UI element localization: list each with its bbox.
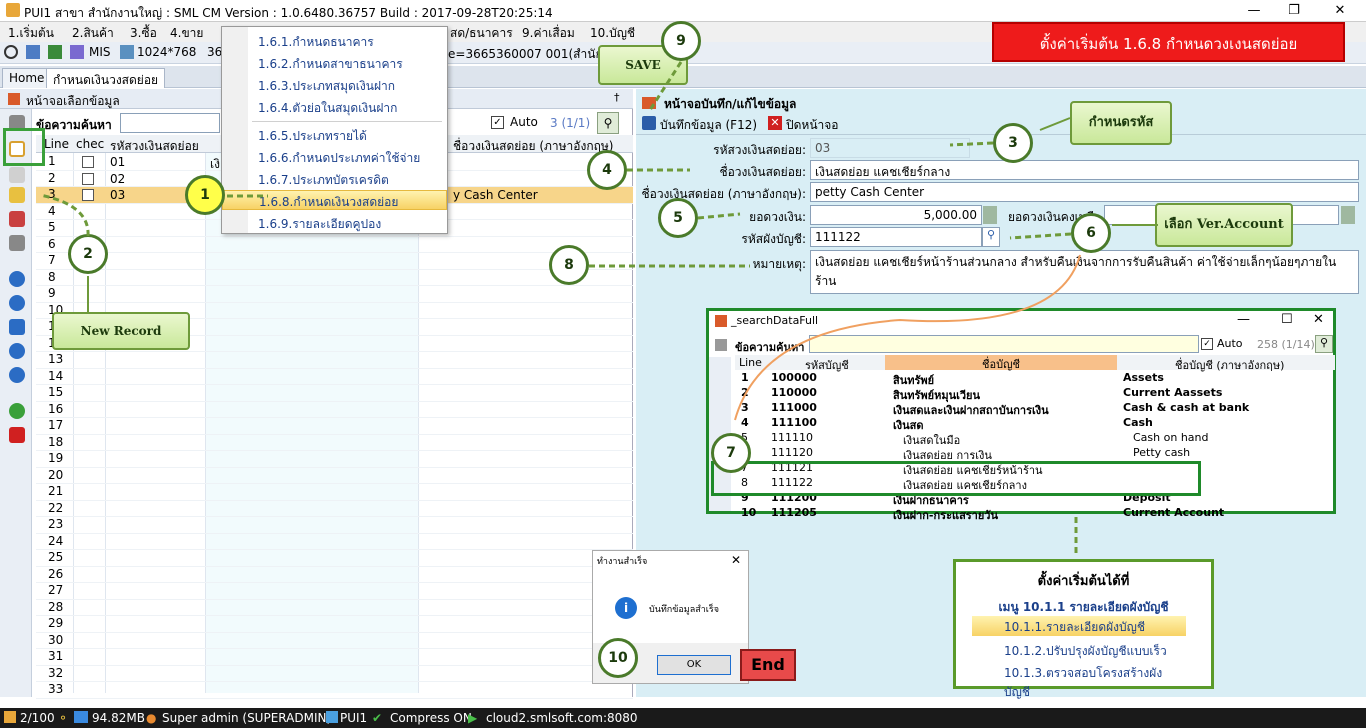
branch-icon	[326, 711, 338, 723]
status-compress: Compress ON	[390, 711, 472, 725]
check-icon: ✔	[372, 711, 383, 725]
memory-icon	[74, 711, 88, 723]
status-user: Super admin (SUPERADMIN)	[162, 711, 332, 725]
status-memory: 94.82MB	[92, 711, 145, 725]
connector-6	[1009, 232, 1072, 240]
annotation-connectors	[39, 61, 1158, 555]
pages-icon	[4, 711, 16, 723]
connector-7	[734, 254, 1081, 421]
connector-5	[697, 212, 741, 220]
play-icon: ▶	[468, 711, 478, 725]
connector-9	[648, 61, 683, 111]
connector-3b	[1039, 117, 1071, 131]
connector-2	[39, 193, 90, 237]
user-icon: ●	[146, 711, 157, 725]
status-bar: 2/100 ⚬ 94.82MB ● Super admin (SUPERADMI…	[0, 708, 1366, 728]
status-branch: PUI1	[340, 711, 368, 725]
key-icon: ⚬	[58, 711, 69, 725]
status-pages: 2/100	[20, 711, 55, 725]
connector-3	[949, 141, 994, 147]
status-server: cloud2.smlsoft.com:8080	[486, 711, 638, 725]
